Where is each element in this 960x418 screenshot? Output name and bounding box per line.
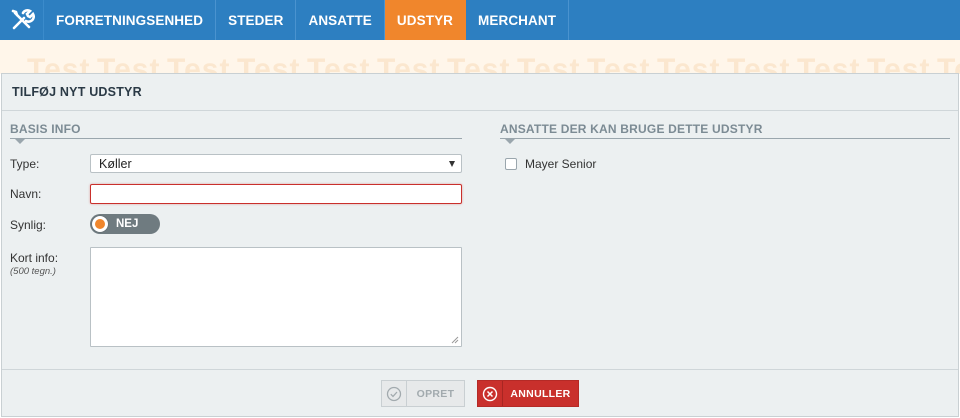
visible-toggle[interactable]: NEJ: [90, 214, 160, 234]
basis-info-divider: [10, 138, 462, 139]
watermark-text: Test: [587, 53, 651, 74]
cancel-button-label: ANNULLER: [510, 387, 571, 400]
info-hint: (500 tegn.): [10, 266, 56, 277]
watermark-text: Test: [727, 53, 791, 74]
section-arrow-icon: [505, 139, 515, 144]
watermark-text: Test: [447, 53, 511, 74]
nav-item-forretningsenhed[interactable]: FORRETNINGSENHED: [44, 0, 217, 40]
watermark-text: Test: [377, 53, 441, 74]
create-button-label: OPRET: [416, 387, 455, 400]
add-equipment-panel: TILFØJ NYT UDSTYR BASIS INFO Type: Kølle…: [1, 73, 959, 417]
watermark-text: Test: [97, 53, 161, 74]
panel-title: TILFØJ NYT UDSTYR: [12, 85, 142, 99]
resize-grip-icon[interactable]: [451, 336, 459, 344]
employees-heading: ANSATTE DER KAN BRUGE DETTE UDSTYR: [500, 122, 763, 136]
info-label: Kort info:: [10, 251, 59, 265]
watermark-text: Test: [517, 53, 581, 74]
employee-checkbox[interactable]: [505, 158, 517, 170]
watermark-text: Test: [867, 53, 931, 74]
panel-header: TILFØJ NYT UDSTYR: [2, 74, 958, 111]
name-label: Navn:: [10, 187, 42, 201]
close-circle-icon: [478, 381, 503, 406]
dropdown-caret-icon: [449, 161, 455, 167]
watermark-text: Test: [167, 53, 231, 74]
employees-divider: [500, 138, 950, 139]
type-label: Type:: [10, 157, 40, 171]
section-arrow-icon: [15, 139, 25, 144]
nav-item-steder[interactable]: STEDER: [216, 0, 297, 40]
watermark-text: Test: [657, 53, 721, 74]
watermark-text: Test: [307, 53, 371, 74]
watermark-text: Test: [937, 53, 960, 74]
check-circle-icon: [382, 381, 407, 406]
employee-name: Mayer Senior: [525, 157, 597, 171]
panel-footer: OPRET ANNULLER: [2, 369, 958, 417]
nav-item-ansatte[interactable]: ANSATTE: [296, 0, 385, 40]
create-button[interactable]: OPRET: [381, 380, 465, 407]
watermark-text: Test: [797, 53, 861, 74]
test-watermark: Test Test Test Test Test Test Test Test Test Test…: [0, 40, 960, 74]
info-textarea[interactable]: [90, 247, 462, 347]
tools-icon: [11, 9, 35, 30]
nav-item-udstyr[interactable]: UDSTYR: [384, 0, 467, 40]
logo[interactable]: [0, 0, 44, 40]
top-navigation: FORRETNINGSENHED STEDER ANSATTE UDSTYR M…: [0, 0, 960, 40]
type-select-value: Køller: [99, 156, 132, 171]
cancel-button[interactable]: ANNULLER: [477, 380, 579, 407]
name-input[interactable]: [90, 184, 462, 204]
nav-item-merchant[interactable]: MERCHANT: [466, 0, 570, 40]
watermark-text: Test: [27, 53, 91, 74]
watermark-text: Test: [237, 53, 301, 74]
visible-label: Synlig:: [10, 218, 47, 232]
toggle-knob-icon: [92, 216, 108, 232]
basis-info-heading: BASIS INFO: [10, 122, 81, 136]
type-select[interactable]: Køller: [90, 154, 462, 173]
visible-toggle-label: NEJ: [116, 218, 139, 230]
